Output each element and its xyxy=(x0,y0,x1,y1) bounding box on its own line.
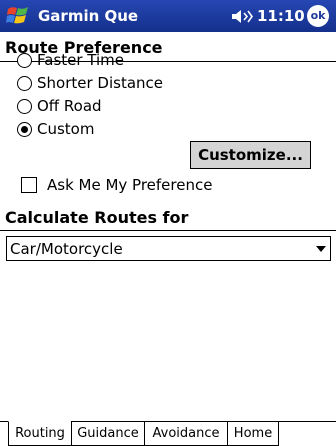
radio-button[interactable] xyxy=(17,52,32,68)
ask-preference-option[interactable]: Ask Me My Preference xyxy=(21,175,212,195)
radio-label: Off Road xyxy=(37,97,102,115)
radio-button[interactable] xyxy=(17,98,32,114)
customize-button[interactable]: Customize... xyxy=(190,141,311,169)
radio-button[interactable] xyxy=(17,75,32,91)
dropdown-arrow-icon[interactable] xyxy=(316,246,326,252)
dropdown-value: Car/Motorcycle xyxy=(10,240,123,258)
radio-shorter-distance[interactable]: Shorter Distance xyxy=(17,73,163,93)
windows-start-icon[interactable] xyxy=(6,4,32,28)
divider xyxy=(0,230,336,231)
title-bar: Garmin Que 11:10 ok xyxy=(0,0,336,32)
app-title: Garmin Que xyxy=(38,7,139,25)
tab-strip: Routing Guidance Avoidance Home xyxy=(0,421,336,446)
tab-guidance[interactable]: Guidance xyxy=(71,421,145,446)
vehicle-type-dropdown[interactable]: Car/Motorcycle xyxy=(6,236,331,261)
tab-routing[interactable]: Routing xyxy=(8,421,72,446)
radio-button-selected[interactable] xyxy=(17,121,32,137)
radio-label: Faster Time xyxy=(37,51,125,69)
tab-home[interactable]: Home xyxy=(227,421,279,446)
ask-preference-checkbox[interactable] xyxy=(21,177,37,193)
radio-label: Custom xyxy=(37,120,95,138)
radio-off-road[interactable]: Off Road xyxy=(17,96,102,116)
speaker-icon[interactable] xyxy=(232,9,254,24)
clock[interactable]: 11:10 xyxy=(257,7,305,25)
radio-label: Shorter Distance xyxy=(37,74,164,92)
calculate-routes-heading: Calculate Routes for xyxy=(5,208,189,227)
radio-faster-time[interactable]: Faster Time xyxy=(17,50,124,70)
ok-button[interactable]: ok xyxy=(307,5,329,27)
ask-preference-label: Ask Me My Preference xyxy=(47,176,213,194)
radio-custom[interactable]: Custom xyxy=(17,119,94,139)
tab-avoidance[interactable]: Avoidance xyxy=(144,421,228,446)
